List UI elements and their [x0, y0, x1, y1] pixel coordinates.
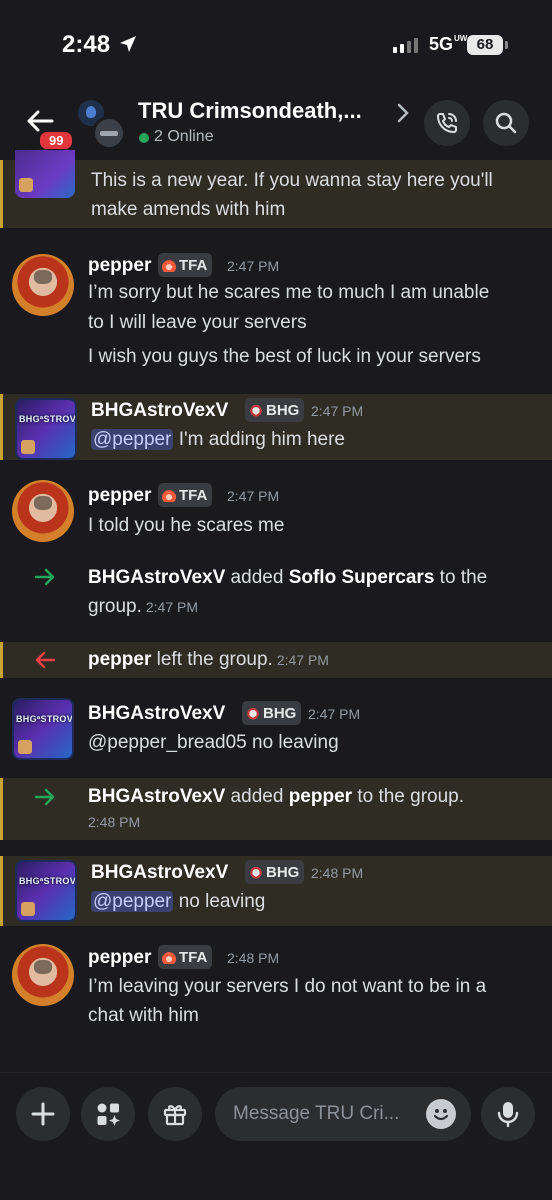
message-line: @pepper no leaving [91, 891, 266, 912]
user-avatar[interactable] [12, 480, 74, 542]
timestamp: 2:47 PM [227, 258, 280, 274]
microphone-icon [497, 1102, 519, 1128]
system-message: pepper left the group. 2:47 PM [0, 642, 552, 678]
message-line: @pepper_bread05 no leaving [88, 732, 339, 753]
join-arrow-icon [34, 568, 55, 586]
message-line: I wish you guys the best of luck in your… [88, 346, 481, 367]
message-input-wrap[interactable] [215, 1087, 471, 1141]
username[interactable]: pepper [88, 485, 151, 507]
status-bar: 2:48 5GUW 68 [0, 0, 552, 92]
mention[interactable]: @pepper [91, 429, 174, 450]
username[interactable]: BHGAstroVexV [91, 400, 228, 422]
bull-icon [249, 865, 263, 879]
username[interactable]: pepper [88, 947, 151, 969]
username[interactable]: BHGAstroVexV [88, 703, 225, 725]
message-line: make amends with him [91, 199, 286, 220]
system-text: BHGAstroVexV added Soflo Supercars to th… [88, 567, 488, 588]
message-item[interactable]: This is a new year. If you wanna stay he… [0, 150, 552, 228]
fire-icon [162, 950, 176, 964]
network-indicator: 5GUW [429, 34, 468, 54]
gift-icon [163, 1105, 187, 1126]
bull-icon [249, 403, 263, 417]
system-text: pepper left the group. 2:47 PM [88, 649, 329, 670]
online-status-dot [139, 133, 149, 143]
mention[interactable]: @pepper [91, 891, 174, 912]
system-text: group. 2:47 PM [88, 596, 199, 617]
system-message: BHGAstroVexV added pepper to the group. … [0, 778, 552, 840]
message-line: I’m sorry but he scares me to much I am … [88, 282, 490, 303]
message-input[interactable] [233, 1087, 413, 1141]
online-count: 2 Online [154, 128, 214, 145]
message-item[interactable]: pepper TFA 2:48 PM I’m leaving your serv… [0, 936, 552, 1036]
timestamp: 2:47 PM [308, 706, 361, 722]
group-avatar-bottom [92, 116, 126, 150]
gift-button[interactable] [148, 1087, 202, 1141]
timestamp: 2:47 PM [227, 488, 280, 504]
user-avatar[interactable] [15, 398, 77, 460]
battery-indicator: 68 [467, 35, 508, 55]
message-item[interactable]: pepper TFA 2:47 PM I told you he scares … [0, 474, 552, 550]
group-title[interactable]: TRU Crimsondeath,... [138, 98, 362, 124]
emoji-icon[interactable] [426, 1099, 456, 1129]
guild-tag[interactable]: BHG [242, 701, 302, 725]
user-avatar[interactable] [12, 254, 74, 316]
unread-badge: 99 [37, 129, 76, 152]
message-composer [0, 1072, 552, 1200]
search-icon [495, 112, 517, 134]
username[interactable]: pepper [88, 255, 151, 277]
attach-button[interactable] [16, 1087, 70, 1141]
username[interactable]: pepper [289, 786, 352, 807]
user-avatar[interactable] [15, 860, 77, 922]
chat-header: 99 TRU Crimsondeath,... 2 Online [0, 92, 552, 160]
timestamp: 2:47 PM [311, 403, 364, 419]
timestamp: 2:48 PM [88, 814, 141, 830]
user-avatar[interactable] [12, 698, 74, 760]
group-avatar[interactable] [76, 98, 128, 150]
username[interactable]: Soflo Supercars [289, 567, 435, 588]
fire-icon [162, 258, 176, 272]
username[interactable]: BHGAstroVexV [88, 567, 225, 588]
message-item[interactable]: BHGAstroVexV BHG 2:47 PM @pepper_bread05… [0, 688, 552, 768]
phone-call-icon [437, 113, 457, 133]
guild-tag[interactable]: TFA [158, 483, 213, 507]
message-line: chat with him [88, 1005, 199, 1026]
user-avatar[interactable] [12, 944, 74, 1006]
message-item[interactable]: pepper TFA 2:47 PM I’m sorry but he scar… [0, 240, 552, 370]
voice-message-button[interactable] [481, 1087, 535, 1141]
username[interactable]: BHGAstroVexV [91, 862, 228, 884]
message-line: I’m leaving your servers I do not want t… [88, 976, 487, 997]
guild-tag[interactable]: TFA [158, 253, 213, 277]
message-line: This is a new year. If you wanna stay he… [91, 170, 493, 191]
timestamp: 2:48 PM [227, 950, 280, 966]
guild-tag[interactable]: BHG [245, 398, 305, 422]
message-line: @pepper I'm adding him here [91, 429, 346, 450]
chevron-right-icon[interactable] [396, 102, 410, 124]
join-arrow-icon [34, 788, 55, 806]
search-button[interactable] [483, 100, 529, 146]
signal-icon [393, 37, 418, 53]
guild-tag[interactable]: TFA [158, 945, 213, 969]
call-button[interactable] [424, 100, 470, 146]
status-time: 2:48 [62, 31, 111, 58]
fire-icon [162, 488, 176, 502]
timestamp: 2:47 PM [145, 599, 199, 615]
username[interactable]: BHGAstroVexV [88, 786, 225, 807]
username[interactable]: pepper [88, 649, 151, 670]
message-item[interactable]: BHGAstroVexV BHG 2:47 PM @pepper I'm add… [0, 394, 552, 460]
location-arrow-icon [120, 36, 136, 52]
message-line: I told you he scares me [88, 515, 285, 536]
guild-tag[interactable]: BHG [245, 860, 305, 884]
timestamp: 2:48 PM [311, 865, 364, 881]
plus-icon [31, 1102, 55, 1126]
leave-arrow-icon [35, 651, 56, 669]
bull-icon [246, 706, 260, 720]
system-text: BHGAstroVexV added pepper to the group. [88, 786, 465, 807]
system-message: BHGAstroVexV added Soflo Supercars to th… [0, 560, 552, 630]
user-avatar[interactable] [15, 150, 75, 198]
message-item[interactable]: BHGAstroVexV BHG 2:48 PM @pepper no leav… [0, 856, 552, 926]
message-line: to I will leave your servers [88, 312, 307, 333]
apps-button[interactable] [81, 1087, 135, 1141]
timestamp: 2:47 PM [276, 652, 329, 668]
apps-icon [97, 1103, 120, 1126]
